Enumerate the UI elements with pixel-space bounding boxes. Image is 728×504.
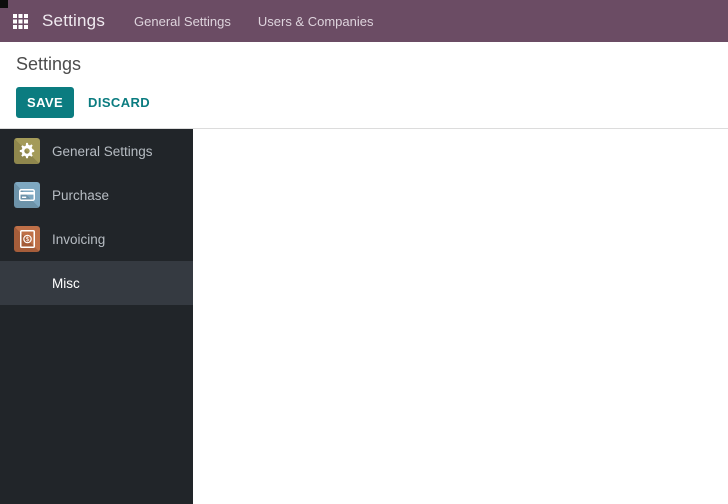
screen-corner-artifact xyxy=(0,0,8,8)
nav-item-general-settings[interactable]: General Settings xyxy=(134,14,231,29)
control-panel-buttons: SAVE DISCARD xyxy=(16,87,712,118)
top-navbar: Settings General Settings Users & Compan… xyxy=(0,0,728,42)
sidebar-item-label: Purchase xyxy=(52,187,110,203)
gear-icon xyxy=(14,138,40,164)
apps-grid-icon[interactable] xyxy=(12,13,28,29)
credit-card-icon xyxy=(14,182,40,208)
page-body: General Settings Purchase $ Invoicing Mi… xyxy=(0,129,728,504)
nav-item-users-companies[interactable]: Users & Companies xyxy=(258,14,374,29)
app-title[interactable]: Settings xyxy=(42,11,105,31)
sidebar-item-label: Invoicing xyxy=(52,231,106,247)
control-panel: Settings SAVE DISCARD xyxy=(0,42,728,129)
settings-content-pane xyxy=(193,129,728,504)
sidebar-item-general-settings[interactable]: General Settings xyxy=(0,129,193,173)
breadcrumb-title: Settings xyxy=(16,54,82,74)
odoo-settings-screen: Settings General Settings Users & Compan… xyxy=(0,0,728,504)
svg-text:$: $ xyxy=(25,236,29,243)
sidebar-item-label: General Settings xyxy=(52,143,153,159)
save-button[interactable]: SAVE xyxy=(16,87,75,118)
nav-menu: General Settings Users & Companies xyxy=(134,14,400,29)
settings-sidebar: General Settings Purchase $ Invoicing Mi… xyxy=(0,129,193,504)
sidebar-item-invoicing[interactable]: $ Invoicing xyxy=(0,217,193,261)
sidebar-item-misc[interactable]: Misc xyxy=(0,261,193,305)
invoice-document-icon: $ xyxy=(14,226,40,252)
discard-button[interactable]: DISCARD xyxy=(82,88,156,117)
sidebar-item-purchase[interactable]: Purchase xyxy=(0,173,193,217)
sidebar-item-label: Misc xyxy=(52,275,80,291)
